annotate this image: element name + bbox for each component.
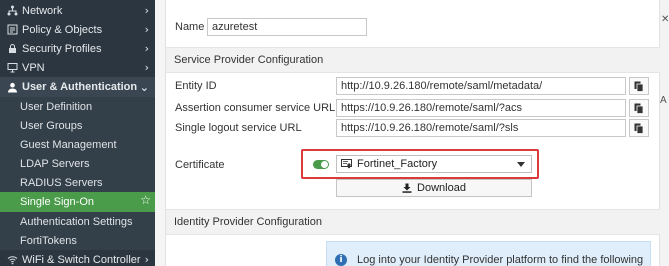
sidebar-item-vpn[interactable]: VPN › (0, 58, 155, 77)
sidebar-item-user-definition[interactable]: User Definition (0, 97, 155, 116)
sso-form-panel: Name azuretest Service Provider Configur… (165, 0, 660, 266)
name-input[interactable]: azuretest (207, 18, 367, 36)
sidebar-item-label: Security Profiles (22, 42, 102, 55)
star-icon[interactable]: ☆ (140, 193, 151, 207)
wifi-icon (6, 254, 18, 266)
close-icon[interactable]: ✕ (661, 14, 669, 25)
chevron-right-icon: › (144, 253, 149, 266)
copy-icon (634, 103, 644, 114)
sidebar-item-label: Authentication Settings (20, 215, 133, 228)
acs-url-field[interactable]: https://10.9.26.180/remote/saml/?acs (336, 99, 626, 117)
network-icon (6, 5, 18, 17)
sidebar-item-label: User & Authentication (22, 81, 138, 93)
certificate-badge-icon (341, 159, 352, 169)
copy-acs-url-button[interactable] (629, 99, 649, 117)
sidebar-item-label: FortiTokens (20, 234, 77, 247)
download-button[interactable]: Download (336, 179, 532, 197)
copy-entity-id-button[interactable] (629, 77, 649, 95)
sidebar-item-label: LDAP Servers (20, 157, 90, 170)
user-icon (6, 81, 18, 93)
idp-info-box: i Log into your Identity Provider platfo… (326, 241, 651, 266)
sidebar-item-ldap-servers[interactable]: LDAP Servers (0, 154, 155, 173)
sidebar-item-single-sign-on[interactable]: Single Sign-On ☆ (0, 192, 155, 212)
right-edge-glyph: A (660, 95, 667, 106)
main-content: Name azuretest Service Provider Configur… (155, 0, 669, 266)
policy-icon (6, 24, 18, 36)
sidebar-item-label: VPN (22, 61, 45, 74)
copy-slo-url-button[interactable] (629, 119, 649, 137)
chevron-right-icon: › (144, 61, 149, 74)
toggle-knob (321, 161, 328, 168)
right-edge-strip: ✕ A (660, 0, 669, 266)
slo-url-label: Single logout service URL (175, 122, 302, 134)
chevron-right-icon: › (144, 4, 149, 17)
download-label: Download (417, 182, 466, 194)
sidebar-item-security-profiles[interactable]: Security Profiles › (0, 39, 155, 58)
copy-icon (634, 123, 644, 134)
lock-icon (6, 43, 18, 55)
idp-info-text: Log into your Identity Provider platform… (357, 254, 644, 266)
name-label: Name (175, 21, 205, 33)
sidebar-item-label: User Definition (20, 100, 93, 113)
sidebar-item-fortitokens[interactable]: FortiTokens (0, 231, 155, 250)
sp-config-heading: Service Provider Configuration (166, 47, 660, 73)
entity-id-label: Entity ID (175, 80, 217, 92)
entity-id-field[interactable]: http://10.9.26.180/remote/saml/metadata/ (336, 77, 626, 95)
sidebar: Network › Policy & Objects › Security Pr… (0, 0, 155, 266)
acs-url-label: Assertion consumer service URL (175, 102, 336, 114)
chevron-down-icon: ⌄ (139, 81, 149, 94)
certificate-toggle[interactable] (313, 160, 329, 169)
chevron-down-icon (517, 162, 525, 167)
info-icon: i (335, 254, 347, 266)
sidebar-item-label: Guest Management (20, 138, 117, 151)
chevron-right-icon: › (144, 42, 149, 55)
sidebar-item-user-authentication[interactable]: User & Authentication ⌄ (0, 77, 155, 97)
sidebar-item-label: WiFi & Switch Controller (22, 253, 141, 266)
sidebar-item-authentication-settings[interactable]: Authentication Settings (0, 212, 155, 231)
certificate-select[interactable]: Fortinet_Factory (336, 155, 532, 173)
sidebar-item-label: Policy & Objects (22, 23, 103, 36)
monitor-icon (6, 62, 18, 74)
chevron-right-icon: › (144, 23, 149, 36)
sidebar-item-radius-servers[interactable]: RADIUS Servers (0, 173, 155, 192)
slo-url-field[interactable]: https://10.9.26.180/remote/saml/?sls (336, 119, 626, 137)
copy-icon (634, 81, 644, 92)
sidebar-item-label: RADIUS Servers (20, 176, 103, 189)
sidebar-item-wifi-switch-controller[interactable]: WiFi & Switch Controller › (0, 250, 155, 266)
sidebar-item-label: User Groups (20, 119, 83, 132)
sidebar-item-network[interactable]: Network › (0, 1, 155, 20)
sidebar-item-user-groups[interactable]: User Groups (0, 116, 155, 135)
sidebar-item-label: Network (22, 4, 63, 17)
certificate-label: Certificate (175, 159, 225, 171)
download-icon (402, 183, 412, 193)
certificate-select-value: Fortinet_Factory (357, 158, 438, 170)
sidebar-item-label: Single Sign-On (20, 196, 94, 208)
idp-config-heading: Identity Provider Configuration (166, 209, 660, 235)
sidebar-item-guest-management[interactable]: Guest Management (0, 135, 155, 154)
sidebar-item-policy-objects[interactable]: Policy & Objects › (0, 20, 155, 39)
